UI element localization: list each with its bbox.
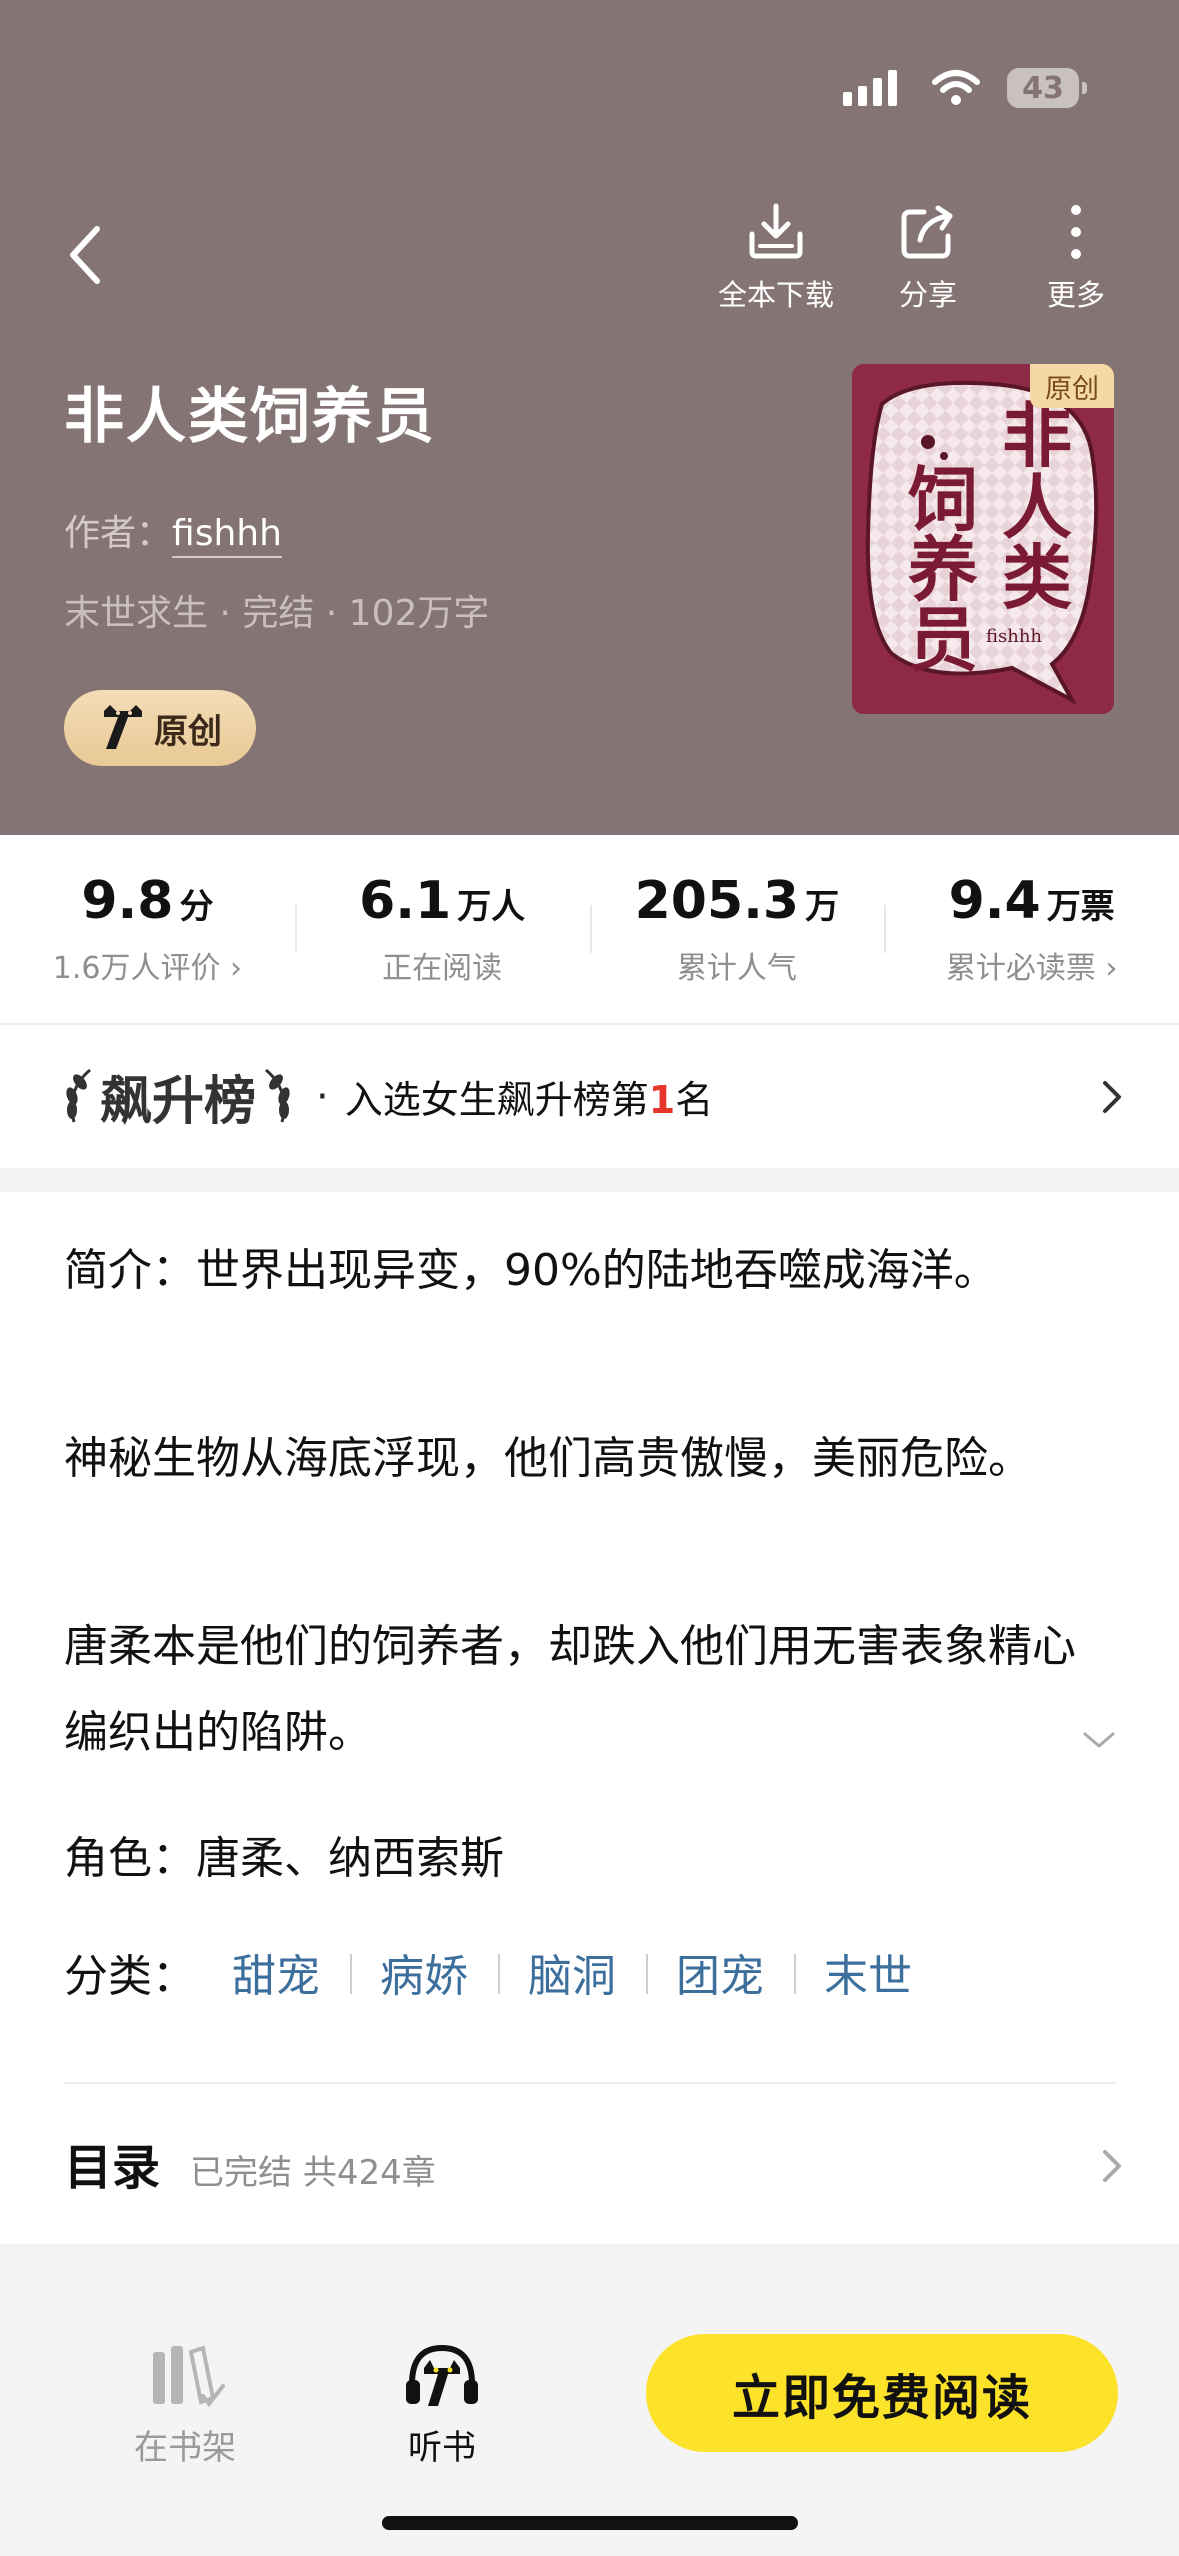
chevron-right-small-icon: ›	[230, 951, 242, 986]
readers-caption: 正在阅读	[382, 951, 503, 986]
votes-value: 9.4	[948, 871, 1041, 931]
battery-indicator: 43	[1007, 68, 1087, 108]
readers-stat: 6.1 万人 正在阅读	[294, 835, 590, 1023]
category-tag[interactable]: 甜宠	[202, 1940, 350, 2004]
category-key: 分类：	[64, 1951, 196, 2002]
category-tag[interactable]: 末世	[794, 1940, 942, 2004]
listen-label: 听书	[408, 2428, 476, 2468]
intro-paragraph-3: 唐柔本是他们的饲养者，却跌入他们用无害表象精心编织出的陷阱。	[64, 1621, 1076, 1758]
bookshelf-label: 在书架	[134, 2428, 236, 2468]
home-indicator[interactable]	[382, 2516, 798, 2530]
listen-button[interactable]: 听书	[392, 2340, 492, 2469]
chevron-left-icon	[70, 226, 100, 284]
chevron-right-icon[interactable]	[1097, 2146, 1127, 2186]
rank-logo: 飙升榜	[60, 1059, 296, 1134]
readers-value: 6.1	[359, 871, 452, 931]
intro-paragraph-1: 简介：世界出现异变，90%的陆地吞噬成海洋。	[64, 1245, 998, 1296]
cover-original-tag: 原创	[1030, 364, 1114, 408]
svg-text:员: 员	[908, 599, 978, 681]
read-free-button[interactable]: 立即免费阅读	[646, 2334, 1118, 2452]
category-tag[interactable]: 病娇	[350, 1940, 498, 2004]
cover-art: 非 人 类 饲 养 员 fishhh	[852, 364, 1114, 714]
toc-status: 已完结 共424章	[190, 2153, 436, 2193]
category-tag[interactable]: 脑洞	[498, 1940, 646, 2004]
original-badge-label: 原创	[154, 711, 222, 752]
popularity-stat: 205.3 万 累计人气	[589, 835, 885, 1023]
rating-unit: 分	[179, 887, 214, 927]
download-all-button[interactable]: 全本下载	[706, 200, 846, 314]
author-row: 作者： fishhh	[64, 504, 282, 558]
cellular-signal-icon	[843, 70, 897, 106]
category-list: 分类： 甜宠 病娇 脑洞 团宠 末世	[64, 1940, 942, 2004]
laurel-right-icon	[265, 1068, 290, 1122]
rank-number: 1	[648, 1078, 676, 1122]
popularity-caption: 累计人气	[676, 951, 797, 986]
table-of-contents-row[interactable]: 目录 已完结 共424章	[64, 2128, 436, 2198]
stats-row: 9.8 分 1.6万人评价 › 6.1 万人 正在阅读 205.3 万 累计人气…	[0, 835, 1179, 1023]
back-button[interactable]	[50, 210, 120, 300]
share-icon	[901, 205, 953, 259]
svg-text:类: 类	[1002, 537, 1072, 619]
rating-caption: 1.6万人评价 ›	[52, 951, 242, 986]
intro-paragraph-2: 神秘生物从海底浮现，他们高贵傲慢，美丽危险。	[64, 1433, 1032, 1484]
chevron-down-icon[interactable]	[1081, 1728, 1117, 1752]
svg-text:fishhh: fishhh	[986, 626, 1042, 647]
rating-value: 9.8	[81, 871, 174, 931]
category-tag[interactable]: 团宠	[646, 1940, 794, 2004]
status-bar: 43	[841, 62, 1087, 114]
rank-separator: ·	[316, 1073, 329, 1120]
bookshelf-icon	[153, 2345, 225, 2408]
rating-stat[interactable]: 9.8 分 1.6万人评价 ›	[0, 835, 295, 1023]
original-badge[interactable]: 原创	[64, 690, 256, 766]
cat-seven-logo-icon	[104, 705, 142, 749]
readers-unit: 万人	[457, 887, 526, 927]
laurel-left-icon	[66, 1068, 91, 1122]
toc-title: 目录	[64, 2140, 161, 2196]
divider	[64, 2082, 1116, 2084]
book-header: 43 全本下载 分享 更多 非人类饲养员 作者： fishhh 末世求生 · 完…	[0, 0, 1179, 835]
popularity-value: 205.3	[634, 871, 800, 931]
votes-stat[interactable]: 9.4 万票 累计必读票 ›	[884, 835, 1179, 1023]
book-meta: 末世求生 · 完结 · 102万字	[64, 593, 490, 634]
wifi-icon	[932, 70, 980, 105]
rank-row[interactable]: 飙升榜 · 入选女生飙升榜第1名	[0, 1025, 1179, 1168]
download-icon	[749, 203, 803, 259]
more-vertical-icon	[1071, 205, 1081, 259]
book-title: 非人类饲养员	[64, 382, 436, 452]
chevron-right-small-icon: ›	[1105, 951, 1118, 986]
download-label: 全本下载	[717, 278, 834, 312]
author-link[interactable]: fishhh	[172, 513, 282, 558]
more-button[interactable]: 更多	[1026, 200, 1126, 314]
book-cover[interactable]: 非 人 类 饲 养 员 fishhh 原创	[852, 364, 1114, 714]
chevron-right-icon	[1103, 1080, 1121, 1113]
rank-description: 入选女生飙升榜第1名	[344, 1078, 714, 1122]
more-label: 更多	[1046, 278, 1105, 312]
author-prefix: 作者：	[64, 513, 173, 554]
share-button[interactable]: 分享	[878, 200, 978, 314]
popularity-unit: 万	[805, 887, 840, 927]
votes-caption: 累计必读票 ›	[945, 951, 1118, 986]
share-label: 分享	[898, 278, 957, 312]
votes-unit: 万票	[1046, 887, 1115, 927]
headphone-cat-icon	[406, 2344, 478, 2406]
bookshelf-button[interactable]: 在书架	[130, 2340, 240, 2469]
roles-line: 角色：唐柔、纳西索斯	[64, 1833, 504, 1884]
rank-logo-text: 飙升榜	[100, 1072, 257, 1132]
